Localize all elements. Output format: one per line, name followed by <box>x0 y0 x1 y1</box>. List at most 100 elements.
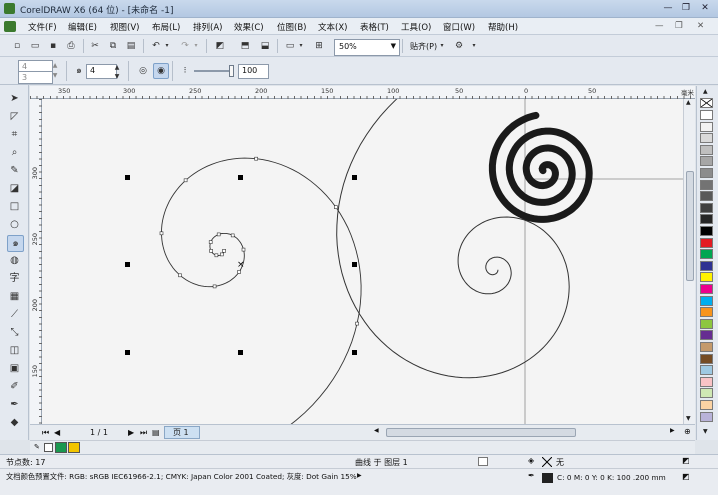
navigator-icon[interactable]: ⊕ <box>684 427 691 436</box>
document-swatch-green[interactable] <box>55 442 67 453</box>
palette-swatch[interactable] <box>700 318 713 329</box>
export-icon[interactable]: ⬓ <box>258 39 272 53</box>
edit-fill-icon[interactable]: ◩ <box>682 456 690 465</box>
handle-middle-right[interactable] <box>352 262 357 267</box>
freehand-tool-icon[interactable]: ✎ <box>7 163 22 178</box>
palette-swatch[interactable] <box>700 365 713 376</box>
outline-pen-tool-icon[interactable]: ✒ <box>7 397 22 412</box>
doc-close-icon[interactable]: ✕ <box>697 21 704 31</box>
eyedropper-icon[interactable]: ✎ <box>34 443 40 451</box>
curve-node[interactable] <box>209 249 213 253</box>
document-swatch-yellow[interactable] <box>68 442 80 453</box>
palette-swatch[interactable] <box>700 400 713 410</box>
redo-dropdown-icon[interactable]: ▾ <box>192 39 200 53</box>
previous-page-icon[interactable]: ◀ <box>54 428 60 437</box>
copy-icon[interactable]: ⧉ <box>106 39 120 53</box>
scroll-down-icon[interactable]: ▼ <box>686 415 691 422</box>
spiral-curve-medium[interactable] <box>336 99 570 379</box>
curve-node[interactable] <box>237 270 241 274</box>
expansion-slider-thumb[interactable] <box>229 65 234 77</box>
palette-scroll-down-icon[interactable]: ▼ <box>703 428 708 435</box>
palette-swatch[interactable] <box>700 411 713 422</box>
menu-table[interactable]: 表格(T) <box>360 21 389 33</box>
close-icon[interactable]: ✕ <box>696 2 714 15</box>
scroll-right-icon[interactable]: ▶ <box>670 427 675 434</box>
new-icon[interactable]: ▫ <box>10 39 24 53</box>
text-tool-icon[interactable]: 字 <box>7 271 22 286</box>
curve-node[interactable] <box>178 273 182 278</box>
handle-bottom-center[interactable] <box>238 350 243 355</box>
import-icon[interactable]: ⬒ <box>238 39 252 53</box>
smart-fill-tool-icon[interactable]: ◪ <box>7 181 22 196</box>
shape-tool-icon[interactable]: ◸ <box>7 109 22 124</box>
spin-down-icon[interactable]: ▼ <box>50 69 60 83</box>
handle-middle-left[interactable] <box>125 262 130 267</box>
page-preview-icon[interactable] <box>478 457 488 466</box>
expansion-slider-track[interactable] <box>194 70 232 72</box>
palette-swatch[interactable] <box>700 260 713 271</box>
grid-rows-field[interactable]: 3 <box>18 71 53 84</box>
palette-swatch[interactable] <box>700 168 713 178</box>
snap-dropdown-icon[interactable]: ▾ <box>438 39 446 53</box>
vertical-scroll-thumb[interactable] <box>686 171 694 281</box>
doc-restore-icon[interactable]: ❐ <box>675 21 683 31</box>
drawing-canvas[interactable]: × <box>42 99 683 424</box>
menu-file[interactable]: 文件(F) <box>28 21 57 33</box>
palette-swatch[interactable] <box>700 307 713 318</box>
menu-text[interactable]: 文本(X) <box>318 21 347 33</box>
menu-layout[interactable]: 布局(L) <box>152 21 180 33</box>
zoom-level-select[interactable]: 50% ▼ <box>334 39 400 56</box>
palette-swatch[interactable] <box>700 272 713 283</box>
palette-swatch[interactable] <box>700 156 713 167</box>
curve-node[interactable] <box>216 232 221 237</box>
app-menu-icon[interactable] <box>4 21 16 32</box>
first-page-icon[interactable]: ⏮ <box>42 428 49 438</box>
revolutions-down-icon[interactable]: ▼ <box>112 70 122 84</box>
zoom-tool-icon[interactable]: ⌕ <box>7 145 22 160</box>
vertical-scrollbar[interactable]: ▲ ▼ <box>683 99 695 424</box>
open-icon[interactable]: ▭ <box>28 39 42 53</box>
curve-node[interactable] <box>230 233 235 238</box>
curve-node[interactable] <box>254 156 258 161</box>
spiral-tool-icon[interactable]: ๑ <box>7 235 24 252</box>
next-page-icon[interactable]: ▶ <box>128 428 134 437</box>
doc-no-color-swatch[interactable] <box>44 443 53 452</box>
horizontal-ruler[interactable]: 350 300 250 200 150 100 50 0 50 毫米 <box>30 86 695 99</box>
print-icon[interactable]: ⎙ <box>64 39 78 53</box>
palette-swatch[interactable] <box>700 110 713 120</box>
palette-swatch[interactable] <box>700 121 713 132</box>
blend-tool-icon[interactable]: ◫ <box>7 343 22 358</box>
handle-top-right[interactable] <box>352 175 357 180</box>
logarithmic-spiral-icon[interactable]: ◉ <box>153 63 169 79</box>
palette-swatch[interactable] <box>700 179 713 190</box>
options-icon[interactable]: ⚙ <box>452 39 466 53</box>
palette-swatch[interactable] <box>700 295 713 306</box>
selected-spiral-curve[interactable] <box>161 157 362 424</box>
profile-expand-icon[interactable]: ▶ <box>357 472 362 479</box>
curve-node[interactable] <box>212 284 217 289</box>
menu-effects[interactable]: 效果(C) <box>234 21 264 33</box>
scroll-up-icon[interactable]: ▲ <box>686 99 691 106</box>
vertical-ruler[interactable]: 300 250 200 150 <box>30 99 42 424</box>
symmetrical-spiral-icon[interactable]: ◎ <box>136 64 150 78</box>
menu-help[interactable]: 帮助(H) <box>488 21 518 33</box>
palette-swatch[interactable] <box>700 237 713 248</box>
redo-icon[interactable]: ↷ <box>178 39 192 53</box>
curve-node[interactable] <box>214 253 219 258</box>
paste-icon[interactable]: ▤ <box>124 39 138 53</box>
curve-node[interactable] <box>159 231 164 236</box>
parallel-dimension-tool-icon[interactable]: ⟋ <box>7 307 22 322</box>
palette-swatch[interactable] <box>700 284 713 294</box>
maximize-icon[interactable]: ❐ <box>678 2 694 15</box>
basic-shapes-tool-icon[interactable]: ◍ <box>7 253 22 268</box>
table-tool-icon[interactable]: ▦ <box>7 289 22 304</box>
transparency-tool-icon[interactable]: ▣ <box>7 361 22 376</box>
eyedropper-tool-icon[interactable]: ✐ <box>7 379 22 394</box>
doc-minimize-icon[interactable]: — <box>655 21 664 31</box>
curve-node[interactable] <box>355 321 359 326</box>
horizontal-scroll-thumb[interactable] <box>386 428 576 437</box>
palette-swatch[interactable] <box>700 133 713 144</box>
ellipse-tool-icon[interactable]: ○ <box>7 217 22 232</box>
palette-swatch[interactable] <box>700 144 713 155</box>
menu-arrange[interactable]: 排列(A) <box>193 21 222 33</box>
